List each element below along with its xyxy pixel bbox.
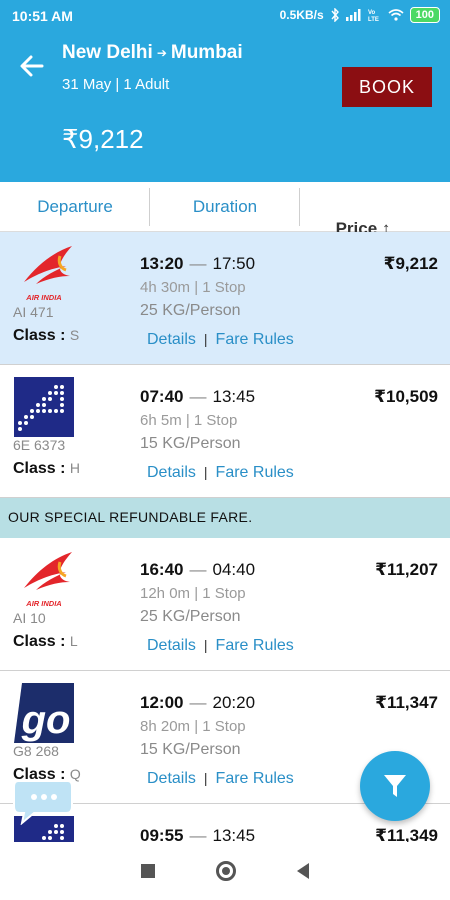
- baggage: 25 KG/Person: [140, 608, 241, 625]
- depart-time: 13:20: [140, 254, 184, 273]
- details-link[interactable]: Details: [147, 331, 196, 348]
- class-value: S: [69, 327, 80, 343]
- flight-code: AI 10: [13, 610, 46, 626]
- flight-times: 16:40—04:40: [140, 560, 256, 579]
- sort-duration[interactable]: Duration: [150, 182, 300, 231]
- fare-class: Class : L: [13, 633, 78, 651]
- arrive-time: 13:45: [212, 387, 256, 406]
- class-label: Class :: [13, 327, 66, 344]
- baggage: 15 KG/Person: [140, 435, 241, 452]
- chat-icon[interactable]: [12, 777, 74, 825]
- svg-text:AIR INDIA: AIR INDIA: [25, 293, 61, 302]
- depart-time: 12:00: [140, 693, 184, 712]
- volte-icon: VoLTE: [368, 10, 379, 22]
- flight-duration: 12h 0m | 1 Stop: [140, 585, 246, 602]
- flight-price: ₹10,509: [374, 387, 438, 406]
- route-title: New Delhi ➔ Mumbai: [62, 42, 243, 64]
- back-icon[interactable]: [297, 863, 310, 879]
- filter-button[interactable]: [360, 751, 430, 821]
- baggage: 25 KG/Person: [140, 302, 241, 319]
- book-button[interactable]: BOOK: [342, 67, 432, 107]
- flight-row[interactable]: AIR INDIA AI 10 Class : L 16:40—04:40 12…: [0, 538, 450, 671]
- details-link[interactable]: Details: [147, 637, 196, 654]
- network-speed: 0.5KB/s: [279, 8, 324, 22]
- flight-duration: 8h 20m | 1 Stop: [140, 718, 246, 735]
- goair-logo-icon: go: [14, 683, 74, 743]
- origin-city: New Delhi: [62, 42, 153, 63]
- sort-bar: Departure Duration Price ↑: [0, 182, 450, 238]
- class-label: Class :: [13, 633, 66, 650]
- trip-info: 31 May | 1 Adult: [62, 76, 170, 93]
- details-link[interactable]: Details: [147, 770, 196, 787]
- flight-links: Details | Fare Rules: [147, 464, 294, 481]
- flight-price: ₹9,212: [383, 254, 438, 273]
- bluetooth-icon: [331, 8, 339, 22]
- depart-time: 16:40: [140, 560, 184, 579]
- svg-text:AIR INDIA: AIR INDIA: [25, 599, 61, 608]
- flight-links: Details | Fare Rules: [147, 637, 294, 654]
- arrive-time: 04:40: [212, 560, 256, 579]
- route-arrow-icon: ➔: [156, 46, 167, 60]
- class-value: L: [69, 633, 78, 649]
- flight-price: ₹11,347: [375, 693, 438, 712]
- class-label: Class :: [13, 460, 66, 477]
- arrive-time: 17:50: [212, 254, 256, 273]
- svg-text:Vo: Vo: [368, 10, 376, 16]
- filter-icon: [384, 775, 406, 797]
- depart-time: 07:40: [140, 387, 184, 406]
- air-india-logo-icon: AIR INDIA: [24, 552, 72, 608]
- air-india-logo-icon: AIR INDIA: [24, 246, 72, 302]
- fare-rules-link[interactable]: Fare Rules: [216, 637, 294, 654]
- wifi-icon: [388, 9, 404, 21]
- trip-header: New Delhi ➔ Mumbai 31 May | 1 Adult ₹9,2…: [0, 32, 450, 182]
- baggage: 15 KG/Person: [140, 741, 241, 758]
- system-nav-bar: [0, 842, 450, 900]
- destination-city: Mumbai: [170, 42, 243, 63]
- fare-rules-link[interactable]: Fare Rules: [216, 770, 294, 787]
- flight-code: G8 268: [13, 743, 59, 759]
- flight-times: 13:20—17:50: [140, 254, 256, 273]
- svg-text:LTE: LTE: [368, 17, 379, 22]
- flight-links: Details | Fare Rules: [147, 331, 294, 348]
- details-link[interactable]: Details: [147, 464, 196, 481]
- fare-rules-link[interactable]: Fare Rules: [216, 464, 294, 481]
- total-price: ₹9,212: [62, 124, 144, 154]
- flight-price: ₹11,207: [375, 560, 438, 579]
- flight-times: 12:00—20:20: [140, 693, 256, 712]
- sort-duration-label: Duration: [192, 196, 258, 216]
- sort-departure-label: Departure: [37, 196, 113, 216]
- home-icon[interactable]: [215, 861, 236, 881]
- status-bar: 10:51 AM 0.5KB/s Vo LTE 100: [0, 0, 450, 32]
- arrive-time: 20:20: [212, 693, 256, 712]
- flight-duration: 4h 30m | 1 Stop: [140, 279, 246, 296]
- status-icons: 0.5KB/s Vo LTE 100: [280, 7, 440, 23]
- refundable-fare-banner: OUR SPECIAL REFUNDABLE FARE.: [0, 498, 450, 538]
- flight-duration: 6h 5m | 1 Stop: [140, 412, 238, 429]
- fare-rules-link[interactable]: Fare Rules: [216, 331, 294, 348]
- battery-icon: 100: [409, 7, 440, 23]
- indigo-logo-icon: [14, 377, 74, 437]
- flight-code: 6E 6373: [13, 437, 66, 453]
- class-value: H: [69, 460, 81, 476]
- recents-icon[interactable]: [140, 864, 155, 878]
- flight-row[interactable]: 6E 6373 Class : H 07:40—13:45 6h 5m | 1 …: [0, 365, 450, 498]
- flight-links: Details | Fare Rules: [147, 770, 294, 787]
- sort-departure[interactable]: Departure: [0, 182, 150, 231]
- flight-row[interactable]: AIR INDIA AI 471 Class : S 13:20—17:50 4…: [0, 232, 450, 365]
- signal-icon: [345, 9, 361, 21]
- flight-code: AI 471: [13, 304, 54, 320]
- fare-class: Class : H: [13, 460, 80, 478]
- flight-times: 07:40—13:45: [140, 387, 256, 406]
- fare-class: Class : S: [13, 327, 79, 345]
- back-arrow-icon[interactable]: [16, 50, 48, 82]
- status-time: 10:51 AM: [12, 8, 73, 24]
- svg-text:go: go: [21, 698, 71, 742]
